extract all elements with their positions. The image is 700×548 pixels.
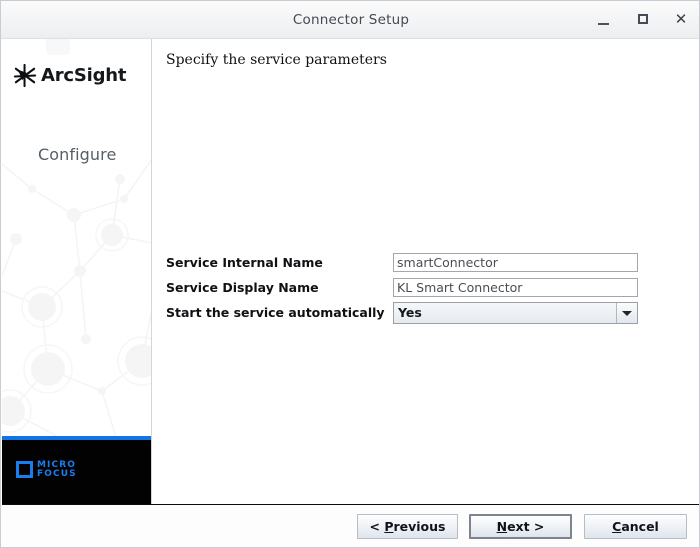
- service-internal-name-label: Service Internal Name: [166, 255, 323, 270]
- minimize-button[interactable]: [593, 10, 615, 30]
- wizard-step-label: Configure: [38, 145, 117, 164]
- previous-button-suffix: revious: [393, 519, 446, 534]
- maximize-icon: [638, 14, 648, 24]
- close-icon: ✕: [674, 10, 688, 28]
- previous-button[interactable]: < Previous: [357, 514, 458, 539]
- chevron-down-icon[interactable]: [617, 302, 637, 323]
- cancel-button[interactable]: Cancel: [584, 514, 687, 539]
- sidebar: ArcSight Configure MICRO FOCUS: [2, 39, 152, 504]
- microfocus-line-2: FOCUS: [37, 468, 77, 479]
- network-watermark-graphic: [2, 39, 151, 466]
- microfocus-logo: MICRO FOCUS: [16, 461, 77, 478]
- cancel-button-mnemonic: C: [612, 519, 622, 534]
- start-service-automatically-value: Yes: [394, 302, 617, 323]
- cancel-button-suffix: ancel: [621, 519, 659, 534]
- start-service-automatically-label: Start the service automatically: [166, 305, 385, 320]
- maximize-button[interactable]: [633, 10, 655, 30]
- minimize-icon: [598, 23, 609, 25]
- form-row-service-display-name: Service Display Name: [166, 276, 666, 299]
- service-parameters-form: Service Internal Name Service Display Na…: [166, 251, 666, 326]
- next-button-suffix: ext >: [507, 519, 545, 534]
- connector-setup-window: Connector Setup ✕ ArcSight Configure MIC…: [0, 0, 700, 548]
- microfocus-wordmark: MICRO FOCUS: [37, 461, 77, 478]
- next-button-mnemonic: N: [496, 519, 508, 534]
- microfocus-footer: MICRO FOCUS: [2, 436, 151, 504]
- window-titlebar: Connector Setup ✕: [1, 1, 699, 39]
- start-service-automatically-select[interactable]: Yes: [393, 301, 638, 324]
- form-row-service-internal-name: Service Internal Name: [166, 251, 666, 274]
- service-display-name-label: Service Display Name: [166, 280, 319, 295]
- arcsight-wordmark: ArcSight: [41, 64, 127, 86]
- microfocus-square-icon: [16, 461, 33, 478]
- service-internal-name-input[interactable]: [393, 253, 638, 272]
- page-title: Specify the service parameters: [166, 52, 387, 68]
- form-row-start-service-automatically: Start the service automatically Yes: [166, 301, 666, 324]
- arcsight-star-icon: [13, 63, 37, 87]
- content-pane: Specify the service parameters Service I…: [153, 39, 699, 504]
- wizard-button-bar: < Previous Next > Cancel: [2, 505, 699, 547]
- next-button[interactable]: Next >: [469, 514, 572, 539]
- service-display-name-input[interactable]: [393, 278, 638, 297]
- arcsight-logo: ArcSight: [12, 58, 127, 92]
- close-button[interactable]: ✕: [670, 10, 692, 30]
- previous-button-prefix: <: [369, 519, 385, 534]
